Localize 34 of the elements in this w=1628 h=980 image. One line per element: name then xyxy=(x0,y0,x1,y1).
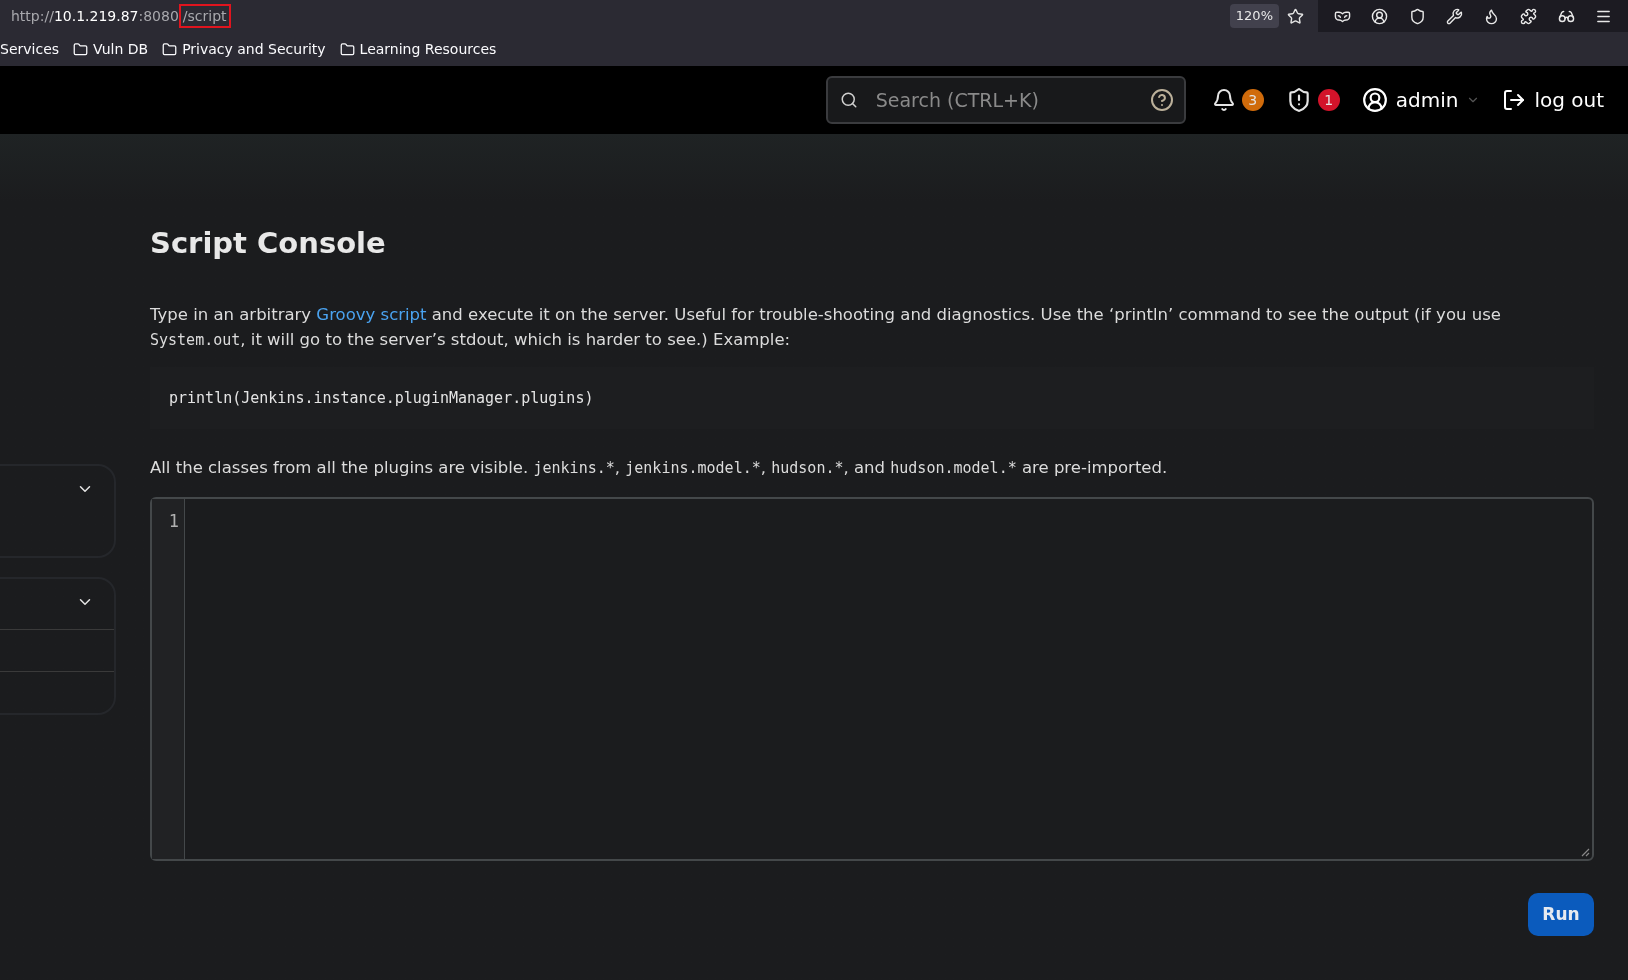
folder-icon xyxy=(73,41,89,57)
wrench-icon[interactable] xyxy=(1445,7,1463,25)
folder-icon xyxy=(162,41,178,57)
notification-count: 3 xyxy=(1241,89,1264,111)
bookmark-item[interactable]: Services xyxy=(0,38,60,60)
groovy-script-link[interactable]: Groovy script xyxy=(316,304,427,324)
script-editor[interactable]: 1 xyxy=(150,497,1594,861)
bell-icon xyxy=(1211,88,1236,112)
folder-icon xyxy=(339,41,355,57)
intro-paragraph: Type in an arbitrary Groovy script and execute it on the server. Useful for trouble-shooting and diagnostics. Use the ‘println’ command to see the output (if you use System.out, it will go to the server’s stdout, which is harder to see.) Example: xyxy=(150,303,1502,351)
imports-note: All the classes from all the plugins are visible. jenkins.*, jenkins.model.*, hudson.*, and hudson.model.* are pre-imported. xyxy=(150,457,1169,479)
user-menu[interactable]: admin xyxy=(1361,85,1481,115)
line-number: 1 xyxy=(168,510,179,533)
security-count: 1 xyxy=(1317,89,1340,111)
page-title: Script Console xyxy=(150,225,387,262)
security-button[interactable]: 1 xyxy=(1285,87,1340,113)
account-icon[interactable] xyxy=(1371,7,1389,25)
zoom-badge[interactable]: 120% xyxy=(1229,4,1279,28)
url-text: http://10.1.219.87:8080 /script xyxy=(11,5,231,27)
puzzle-icon[interactable] xyxy=(1520,7,1538,25)
user-icon xyxy=(1361,87,1388,113)
bookmark-item[interactable]: Vuln DB xyxy=(73,38,149,60)
bookmark-star-icon[interactable] xyxy=(1287,7,1304,25)
resize-handle-icon[interactable] xyxy=(1581,848,1590,857)
bookmark-item[interactable]: Learning Resources xyxy=(339,38,497,60)
shield-icon[interactable] xyxy=(1408,7,1426,25)
run-button[interactable]: Run xyxy=(1528,893,1594,936)
help-icon[interactable] xyxy=(1149,88,1174,112)
address-bar[interactable]: http://10.1.219.87:8080 /script 120% xyxy=(0,0,1318,32)
search-icon xyxy=(839,91,858,109)
logout-icon xyxy=(1502,88,1527,112)
bookmark-item[interactable]: Privacy and Security xyxy=(162,38,326,60)
logout-link[interactable]: log out xyxy=(1502,85,1604,115)
search-field[interactable]: Search (CTRL+K) xyxy=(825,76,1186,124)
